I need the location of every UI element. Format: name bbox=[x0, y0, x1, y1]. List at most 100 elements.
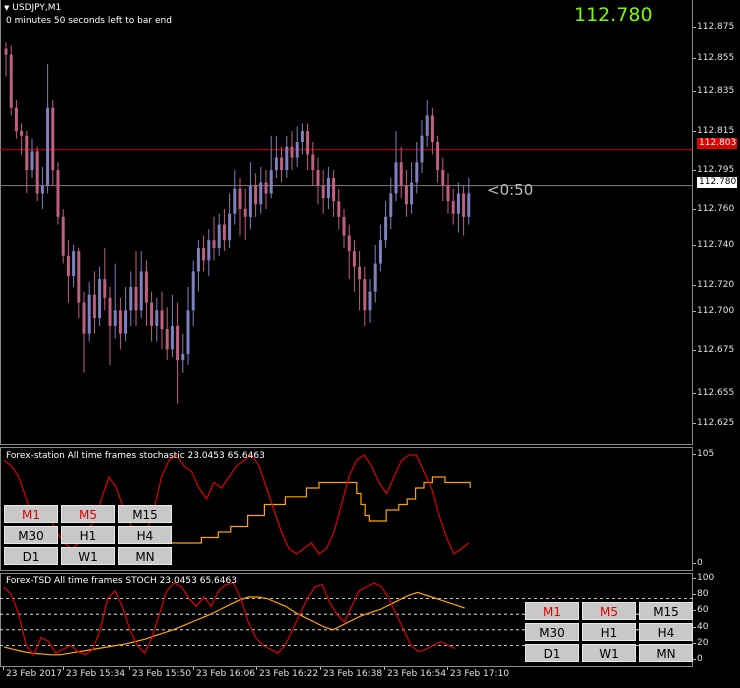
candle-body bbox=[139, 271, 143, 311]
candle-body bbox=[358, 266, 362, 280]
candle-body bbox=[243, 209, 247, 217]
price-scale[interactable]: 112.875 112.855 112.835 112.815 112.795 112.7… bbox=[692, 0, 740, 445]
chart-symbol-title: ▼ USDJPY,M1 bbox=[4, 3, 62, 13]
indicator-1-scale-top: 105 bbox=[692, 449, 715, 459]
candle-body bbox=[176, 325, 180, 361]
timeframe-button-d1[interactable]: D1 bbox=[4, 547, 58, 565]
candle-body bbox=[181, 353, 185, 361]
price-tick: 112.720 bbox=[692, 280, 735, 290]
candle-body bbox=[150, 302, 154, 326]
candle-body bbox=[420, 135, 424, 163]
candle-body bbox=[217, 224, 221, 248]
stochastic-orange-line bbox=[172, 476, 471, 544]
timeframe-button-m5[interactable]: M5 bbox=[61, 505, 115, 523]
timeframe-button-m5[interactable]: M5 bbox=[582, 602, 636, 620]
candle-body bbox=[451, 201, 455, 214]
timeframe-button-mn[interactable]: MN bbox=[118, 547, 172, 565]
candle-body bbox=[378, 240, 382, 264]
indicator-2-scale: 100 80 60 40 20 0 bbox=[692, 573, 740, 667]
time-tick-mark bbox=[3, 667, 4, 670]
candle-body bbox=[399, 162, 403, 186]
price-tick: 112.875 bbox=[692, 22, 735, 32]
price-tick: 112.655 bbox=[692, 388, 735, 398]
timeframe-button-m1[interactable]: M1 bbox=[4, 505, 58, 523]
timeframe-grid-2: M1 M5 M15 M30 H1 H4 D1 W1 MN bbox=[525, 602, 693, 662]
indicator-2-title: Forex-TSD All time frames STOCH 23.0453 … bbox=[6, 576, 237, 586]
candle-body bbox=[98, 279, 102, 319]
price-tick: 112.700 bbox=[692, 306, 735, 316]
timeframe-button-m30[interactable]: M30 bbox=[4, 526, 58, 544]
candle-body bbox=[20, 131, 24, 136]
candle-body bbox=[46, 107, 50, 186]
candle-body bbox=[87, 294, 91, 334]
price-tick: 112.835 bbox=[692, 86, 735, 96]
time-label: 23 Feb 16:22 bbox=[259, 669, 319, 679]
dropdown-triangle-icon[interactable]: ▼ bbox=[4, 4, 9, 12]
candle-body bbox=[259, 182, 263, 205]
candle-body bbox=[9, 54, 13, 108]
candle-body bbox=[368, 291, 372, 311]
timeframe-button-h1[interactable]: H1 bbox=[582, 623, 636, 641]
price-tick: 112.760 bbox=[692, 204, 735, 214]
timeframe-button-d1[interactable]: D1 bbox=[525, 644, 579, 662]
candle-body bbox=[415, 162, 419, 183]
candle-body bbox=[238, 188, 242, 210]
candle-body bbox=[40, 185, 44, 194]
candle-body bbox=[430, 115, 434, 143]
big-price-display: 112.780 bbox=[574, 4, 653, 26]
candle-body bbox=[264, 182, 268, 194]
indicator-1-scale: 105 0 bbox=[692, 447, 740, 571]
timeframe-grid-1: M1 M5 M15 M30 H1 H4 D1 W1 MN bbox=[4, 505, 172, 565]
candle-body bbox=[321, 185, 325, 199]
candle-body bbox=[248, 185, 252, 217]
indicator-2-scale-tick: 0 bbox=[693, 654, 703, 664]
candle-body bbox=[129, 286, 133, 311]
timeframe-button-mn[interactable]: MN bbox=[639, 644, 693, 662]
candle-body bbox=[72, 251, 76, 277]
timeframe-button-w1[interactable]: W1 bbox=[582, 644, 636, 662]
price-tick: 112.625 bbox=[692, 418, 735, 428]
candle-body bbox=[233, 188, 237, 214]
time-tick-mark bbox=[447, 667, 448, 670]
timeframe-button-w1[interactable]: W1 bbox=[61, 547, 115, 565]
timeframe-button-h1[interactable]: H1 bbox=[61, 526, 115, 544]
bar-countdown: <0:50 bbox=[487, 181, 534, 199]
timeframe-button-h4[interactable]: H4 bbox=[118, 526, 172, 544]
candle-body bbox=[56, 170, 60, 217]
timeframe-button-m1[interactable]: M1 bbox=[525, 602, 579, 620]
candle-body bbox=[404, 185, 408, 205]
candle-body bbox=[77, 251, 81, 303]
candle-body bbox=[202, 247, 206, 261]
time-tick-mark bbox=[63, 667, 64, 670]
candle-body bbox=[212, 240, 216, 248]
timeframe-button-h4[interactable]: H4 bbox=[639, 623, 693, 641]
time-label: 23 Feb 2017 bbox=[6, 669, 63, 679]
candle-body bbox=[134, 286, 138, 311]
candle-body bbox=[160, 310, 164, 330]
candle-body bbox=[352, 251, 356, 267]
time-tick-mark bbox=[384, 667, 385, 670]
current-price-tag: 112.780 bbox=[697, 177, 737, 188]
candle-body bbox=[82, 302, 86, 334]
indicator-2-scale-tick: 20 bbox=[692, 638, 709, 648]
time-label: 23 Feb 16:38 bbox=[323, 669, 383, 679]
candlestick-chart bbox=[0, 42, 693, 404]
time-tick-mark bbox=[320, 667, 321, 670]
candle-body bbox=[4, 48, 8, 55]
indicator-2-scale-tick: 80 bbox=[692, 589, 709, 599]
candle-body bbox=[103, 279, 107, 298]
timeframe-button-m15[interactable]: M15 bbox=[118, 505, 172, 523]
timeframe-button-m30[interactable]: M30 bbox=[525, 623, 579, 641]
red-line-price-tag: 112.803 bbox=[697, 138, 737, 149]
timeframe-button-m15[interactable]: M15 bbox=[639, 602, 693, 620]
candle-body bbox=[300, 131, 304, 143]
candle-body bbox=[363, 279, 367, 311]
time-label: 23 Feb 16:54 bbox=[387, 669, 447, 679]
candle-body bbox=[446, 185, 450, 202]
candle-body bbox=[467, 193, 471, 217]
indicator-1-scale-bottom: 0 bbox=[693, 558, 703, 568]
candle-body bbox=[207, 240, 211, 261]
candle-body bbox=[389, 193, 393, 217]
candle-body bbox=[196, 247, 200, 272]
candle-body bbox=[61, 216, 65, 256]
